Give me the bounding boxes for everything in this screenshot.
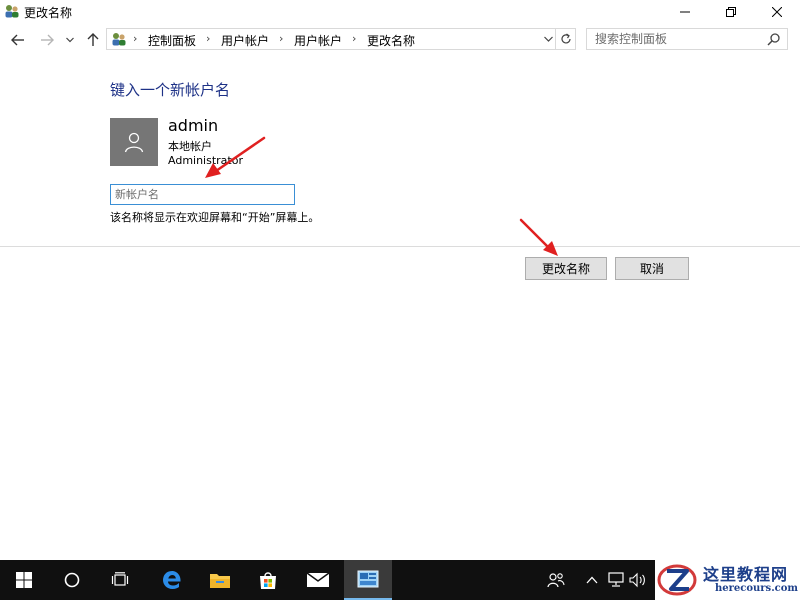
chevron-down-icon [66,37,74,43]
watermark-logo [657,564,697,596]
account-role: Administrator [168,154,243,167]
arrow-up-icon [87,33,99,46]
annotation-arrow-button [519,218,558,256]
name-hint: 该名称将显示在欢迎屏幕和“开始”屏幕上。 [110,211,320,224]
watermark-title: 这里教程网 [703,565,789,584]
show-hidden-icons-button[interactable] [582,570,602,590]
network-icon [608,572,624,587]
mail-icon [306,572,330,587]
breadcrumb-separator-icon[interactable]: › [279,32,283,45]
address-bar[interactable]: › 控制面板 › 用户帐户 › 用户帐户 › 更改名称 [106,28,556,50]
refresh-icon [560,33,571,44]
task-view-button[interactable] [96,560,144,600]
breadcrumb-item[interactable]: 用户帐户 [294,32,342,49]
navigation-bar: › 控制面板 › 用户帐户 › 用户帐户 › 更改名称 [0,27,800,53]
refresh-button[interactable] [556,28,576,50]
people-icon [547,573,565,588]
users-control-panel-icon [5,5,19,18]
task-view-icon [111,572,129,586]
cancel-button[interactable]: 取消 [615,257,689,280]
control-panel-icon [357,570,379,588]
close-icon [772,7,782,17]
store-icon [260,572,276,589]
divider [0,246,800,247]
minimize-icon [680,11,690,13]
recent-locations-button[interactable] [63,31,77,49]
forward-button[interactable] [38,31,56,49]
search-input[interactable] [587,29,765,49]
change-name-button[interactable]: 更改名称 [525,257,607,280]
arrow-left-icon [11,34,24,46]
store-button[interactable] [244,560,292,600]
page-heading: 键入一个新帐户名 [110,81,231,99]
control-panel-taskbar-button[interactable] [344,560,392,600]
edge-button[interactable] [148,560,196,600]
window-title: 更改名称 [24,6,73,20]
cortana-button[interactable] [48,560,96,600]
restore-button[interactable] [708,0,754,24]
chevron-down-icon [543,36,553,42]
up-button[interactable] [84,31,102,49]
file-explorer-button[interactable] [196,560,244,600]
start-button[interactable] [0,560,48,600]
windows-start-icon [16,572,32,588]
new-account-name-input[interactable] [110,184,295,205]
volume-icon [629,572,645,588]
user-name: admin [168,116,219,135]
watermark: 这里教程网 herecours.com [655,559,800,600]
chevron-up-icon [586,576,598,584]
breadcrumb-separator-icon[interactable]: › [133,32,137,45]
title-bar: 更改名称 [0,0,800,24]
people-button[interactable] [546,570,566,590]
file-explorer-icon [210,574,230,588]
minimize-button[interactable] [662,0,708,24]
back-button[interactable] [9,31,27,49]
user-icon [124,132,144,153]
search-box[interactable] [586,28,788,50]
arrow-right-icon [41,34,54,46]
users-control-panel-icon [112,33,126,46]
edge-icon [163,571,181,589]
account-type: 本地帐户 [168,140,212,153]
volume-button[interactable] [628,570,648,590]
avatar [110,118,158,166]
search-icon[interactable] [767,32,781,46]
cortana-icon [64,572,80,588]
mail-button[interactable] [294,560,342,600]
breadcrumb-separator-icon[interactable]: › [352,32,356,45]
breadcrumb-item[interactable]: 控制面板 [148,32,196,49]
close-button[interactable] [754,0,800,24]
restore-icon [726,7,736,17]
address-history-button[interactable] [541,31,555,47]
watermark-url: herecours.com [715,583,799,594]
breadcrumb-item[interactable]: 用户帐户 [221,32,269,49]
breadcrumb-separator-icon[interactable]: › [206,32,210,45]
breadcrumb-item-current[interactable]: 更改名称 [367,32,415,49]
network-button[interactable] [606,570,626,590]
